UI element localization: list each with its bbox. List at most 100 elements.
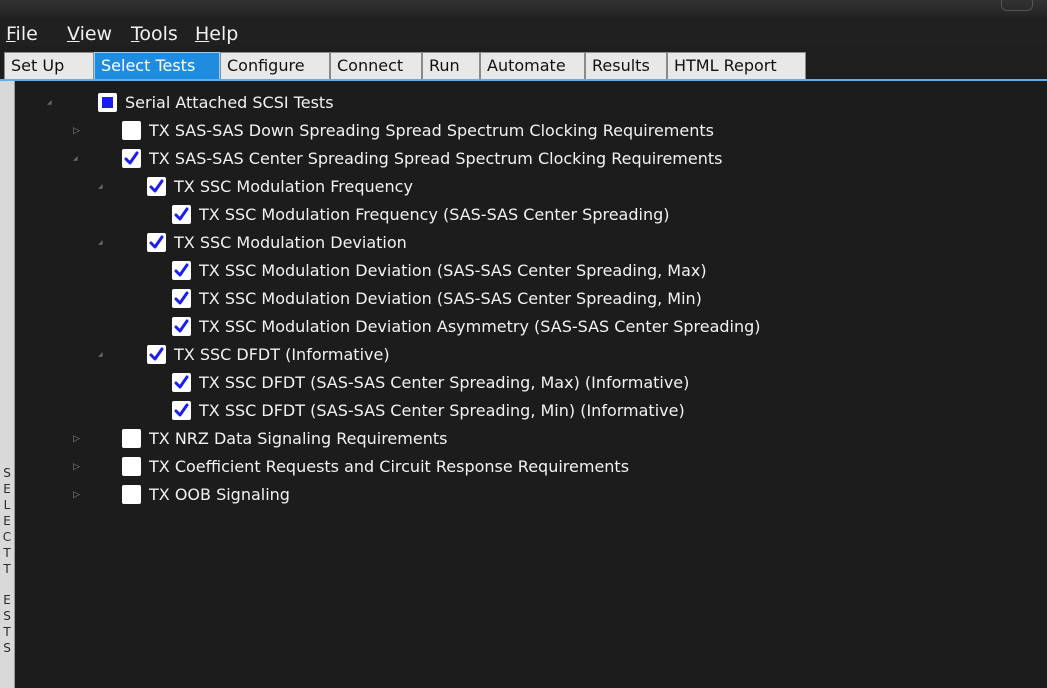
- menu-label: elp: [209, 23, 239, 45]
- tab-html-report[interactable]: HTML Report: [667, 52, 806, 80]
- tree-row[interactable]: TX SSC DFDT (SAS-SAS Center Spreading, M…: [16, 369, 1047, 397]
- checkmark-icon: [174, 207, 189, 221]
- sidebar-label: S E L E C T T E S T S: [0, 81, 15, 688]
- collapse-arrow-icon[interactable]: ◢: [98, 237, 108, 249]
- checkbox-checked[interactable]: [172, 261, 191, 280]
- sidebar-letter: E: [3, 514, 11, 528]
- sidebar-letter: T: [3, 562, 11, 576]
- checkbox-checked[interactable]: [147, 345, 166, 364]
- checkmark-icon: [174, 403, 189, 417]
- expand-arrow-icon[interactable]: ▷: [73, 125, 83, 137]
- tree-row[interactable]: TX SSC DFDT (SAS-SAS Center Spreading, M…: [16, 397, 1047, 425]
- menu-label: ile: [15, 23, 38, 45]
- menu-accelerator: F: [6, 23, 16, 45]
- tree-row[interactable]: TX SSC Modulation Deviation (SAS-SAS Cen…: [16, 257, 1047, 285]
- checkbox-checked[interactable]: [172, 289, 191, 308]
- menu-bar: File View Tools Help: [0, 22, 1047, 46]
- tree-row[interactable]: ▷ TX OOB Signaling: [16, 481, 1047, 509]
- tab-bar: Set Up Select Tests Configure Connect Ru…: [0, 46, 1047, 80]
- menu-accelerator: V: [67, 23, 80, 45]
- checkmark-icon: [174, 375, 189, 389]
- checkmark-icon: [124, 151, 139, 165]
- checkbox-checked[interactable]: [172, 401, 191, 420]
- tree-row[interactable]: ◢ TX SSC Modulation Deviation: [16, 229, 1047, 257]
- tab-configure[interactable]: Configure: [220, 52, 330, 80]
- sidebar-letter: E: [3, 482, 11, 496]
- expand-arrow-icon[interactable]: ▷: [73, 433, 83, 445]
- tree-item-label: TX NRZ Data Signaling Requirements: [149, 429, 448, 448]
- sidebar-letter: C: [2, 530, 12, 544]
- menu-tools[interactable]: Tools: [131, 22, 178, 46]
- tree-row[interactable]: ◢ Serial Attached SCSI Tests: [16, 89, 1047, 117]
- window-control[interactable]: [1001, 0, 1033, 11]
- sidebar-letter: S: [3, 466, 11, 480]
- partial-check-icon: [102, 97, 113, 108]
- tree-row[interactable]: ▷ TX NRZ Data Signaling Requirements: [16, 425, 1047, 453]
- expand-arrow-icon[interactable]: ▷: [73, 489, 83, 501]
- tree-row[interactable]: ◢ TX SSC DFDT (Informative): [16, 341, 1047, 369]
- collapse-arrow-icon[interactable]: ◢: [98, 349, 108, 361]
- menu-help[interactable]: Help: [195, 22, 238, 46]
- tab-results[interactable]: Results: [585, 52, 667, 80]
- tree-item-label: TX SSC Modulation Frequency: [174, 177, 413, 196]
- checkbox-unchecked[interactable]: [122, 429, 141, 448]
- tree-row[interactable]: ▷ TX SAS-SAS Down Spreading Spread Spectr…: [16, 117, 1047, 145]
- tree-item-label: TX SAS-SAS Center Spreading Spread Spect…: [149, 149, 723, 168]
- tab-automate[interactable]: Automate: [480, 52, 585, 80]
- checkmark-icon: [149, 179, 164, 193]
- checkbox-checked[interactable]: [122, 149, 141, 168]
- checkbox-checked[interactable]: [147, 233, 166, 252]
- checkmark-icon: [149, 347, 164, 361]
- tree-item-label: TX SSC DFDT (SAS-SAS Center Spreading, M…: [199, 401, 685, 420]
- checkmark-icon: [174, 263, 189, 277]
- sidebar-letter: T: [3, 546, 11, 560]
- tab-run[interactable]: Run: [422, 52, 480, 80]
- checkbox-unchecked[interactable]: [122, 485, 141, 504]
- tab-underline: [0, 79, 1047, 81]
- checkmark-icon: [174, 319, 189, 333]
- tree-item-label: TX SAS-SAS Down Spreading Spread Spectru…: [149, 121, 714, 140]
- menu-view[interactable]: View: [67, 22, 112, 46]
- sidebar-letter: S: [3, 609, 11, 623]
- tree-row[interactable]: ▷ TX Coefficient Requests and Circuit Res…: [16, 453, 1047, 481]
- tree-item-label: TX SSC Modulation Frequency (SAS-SAS Cen…: [199, 205, 670, 224]
- menu-accelerator: H: [195, 23, 210, 45]
- expand-arrow-icon[interactable]: ▷: [73, 461, 83, 473]
- collapse-arrow-icon[interactable]: ◢: [98, 181, 108, 193]
- sidebar-letter: T: [3, 625, 11, 639]
- checkbox-unchecked[interactable]: [122, 121, 141, 140]
- tree-item-label: TX SSC Modulation Deviation (SAS-SAS Cen…: [199, 289, 702, 308]
- tree-item-label: TX SSC Modulation Deviation: [174, 233, 407, 252]
- checkbox-checked[interactable]: [147, 177, 166, 196]
- tab-select-tests[interactable]: Select Tests: [94, 52, 220, 80]
- tree-item-label: TX SSC Modulation Deviation (SAS-SAS Cen…: [199, 261, 707, 280]
- tree-item-label: TX OOB Signaling: [149, 485, 290, 504]
- menu-label: iew: [79, 23, 113, 45]
- checkmark-icon: [149, 235, 164, 249]
- tree-item-label: TX Coefficient Requests and Circuit Resp…: [149, 457, 630, 476]
- tab-set-up[interactable]: Set Up: [4, 52, 94, 80]
- test-tree: ◢ Serial Attached SCSI Tests ▷ TX SAS-SAS D…: [16, 82, 1047, 688]
- checkbox-checked[interactable]: [172, 205, 191, 224]
- tree-item-label: TX SSC DFDT (SAS-SAS Center Spreading, M…: [199, 373, 690, 392]
- tree-item-label: Serial Attached SCSI Tests: [125, 93, 334, 112]
- checkbox-partial[interactable]: [98, 93, 117, 112]
- tree-row[interactable]: TX SSC Modulation Deviation Asymmetry (S…: [16, 313, 1047, 341]
- collapse-arrow-icon[interactable]: ◢: [73, 153, 83, 165]
- collapse-arrow-icon[interactable]: ◢: [47, 97, 57, 109]
- tree-row[interactable]: ◢ TX SSC Modulation Frequency: [16, 173, 1047, 201]
- tree-row[interactable]: TX SSC Modulation Frequency (SAS-SAS Cen…: [16, 201, 1047, 229]
- checkbox-checked[interactable]: [172, 317, 191, 336]
- tree-row[interactable]: TX SSC Modulation Deviation (SAS-SAS Cen…: [16, 285, 1047, 313]
- sidebar-letter: L: [3, 498, 11, 512]
- tree-row[interactable]: ◢ TX SAS-SAS Center Spreading Spread Spec…: [16, 145, 1047, 173]
- tree-item-label: TX SSC DFDT (Informative): [174, 345, 390, 364]
- tab-connect[interactable]: Connect: [330, 52, 422, 80]
- tree-item-label: TX SSC Modulation Deviation Asymmetry (S…: [199, 317, 761, 336]
- sidebar-letter: E: [3, 593, 11, 607]
- title-bar: [0, 0, 1047, 22]
- menu-label: ools: [139, 23, 178, 45]
- checkbox-checked[interactable]: [172, 373, 191, 392]
- menu-file[interactable]: File: [6, 22, 38, 46]
- checkbox-unchecked[interactable]: [122, 457, 141, 476]
